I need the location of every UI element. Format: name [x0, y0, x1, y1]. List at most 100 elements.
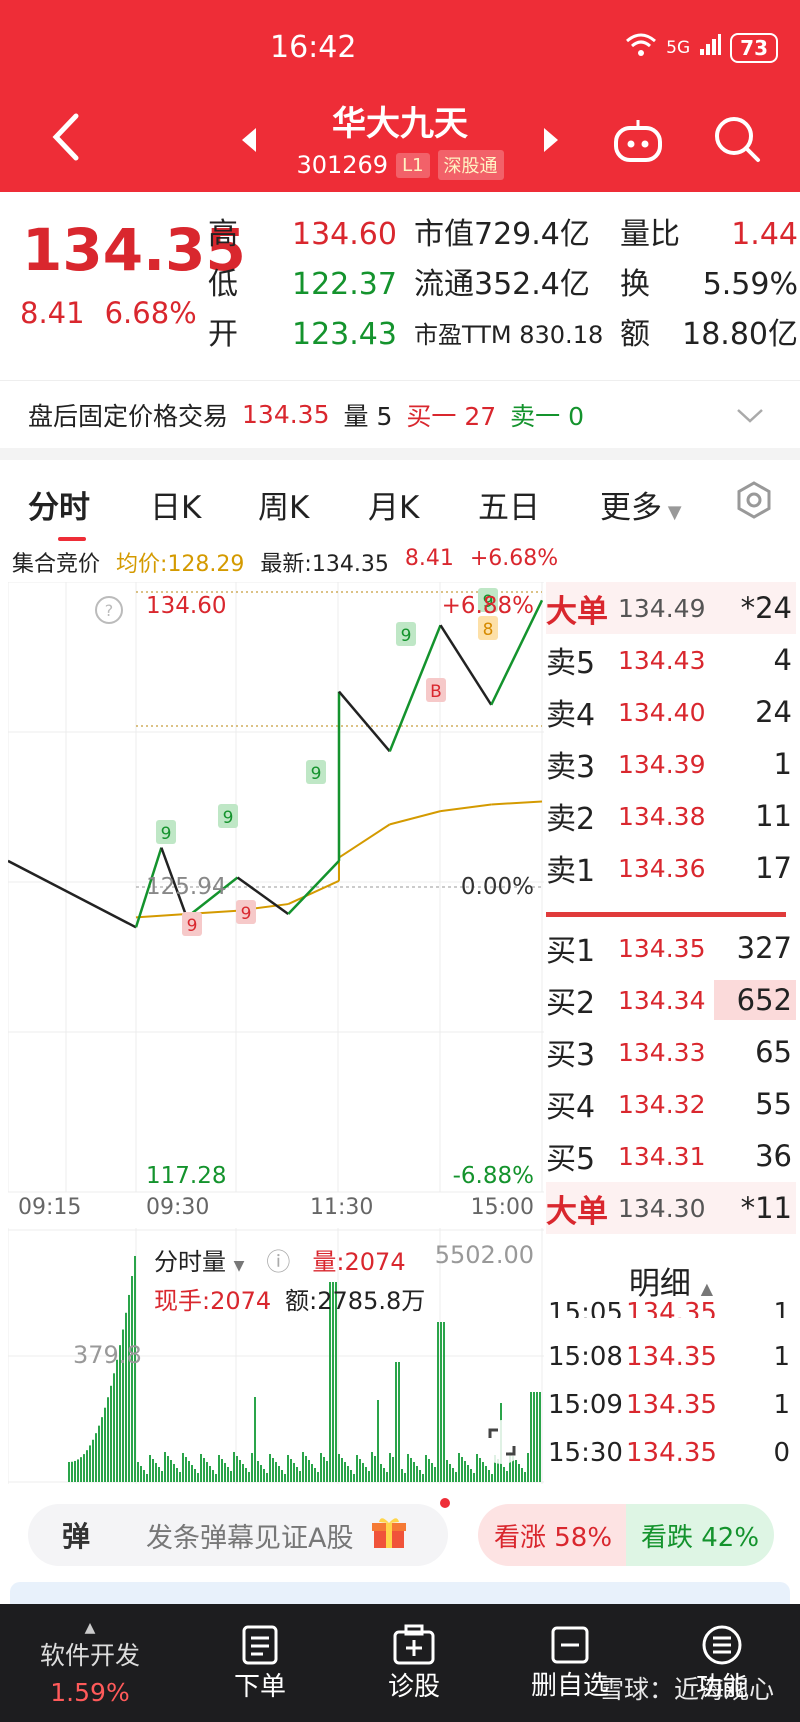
volume-bar: [455, 1472, 457, 1482]
bid-ask-divider: [546, 912, 786, 917]
volume-bar: [167, 1456, 169, 1482]
diagnose-nav-item[interactable]: 诊股: [362, 1604, 466, 1722]
tab-weekly-k[interactable]: 周K: [258, 482, 309, 527]
volume-bar: [521, 1468, 523, 1482]
marker-label: 9: [187, 916, 198, 936]
volume-bar: [443, 1322, 445, 1482]
volume-bar: [158, 1467, 160, 1482]
volume-bar: [107, 1397, 109, 1482]
ask-row[interactable]: 卖2 134.38 11: [546, 790, 796, 842]
ask-label: 卖3: [546, 750, 596, 785]
tab-more[interactable]: 更多 ▼: [600, 482, 682, 527]
volume-bar: [137, 1462, 139, 1482]
gift-icon[interactable]: [371, 1514, 407, 1557]
trade-row: 15:08 134.35 1: [548, 1342, 798, 1372]
ask-row[interactable]: 卖1 134.36 17: [546, 842, 796, 894]
ask-label: 卖1: [546, 854, 596, 889]
ask-row[interactable]: 卖3 134.39 1: [546, 738, 796, 790]
volume-bar: [503, 1467, 505, 1482]
volume-bar: [326, 1461, 328, 1482]
amount-value: 18.80亿: [682, 317, 798, 352]
volume-bar: [407, 1454, 409, 1482]
volume-mode-select[interactable]: 分时量 ▼: [154, 1242, 244, 1277]
bid-row[interactable]: 买1 134.35 327: [546, 922, 796, 974]
tab-daily-k[interactable]: 日K: [150, 482, 201, 527]
open-label: 开: [208, 317, 238, 352]
high-label: 高: [208, 217, 238, 252]
volume-bar: [110, 1385, 112, 1482]
y-right-top: +6.88%: [442, 593, 534, 619]
caret-up-icon: ▲: [700, 1279, 714, 1298]
volume-bar: [200, 1454, 202, 1482]
intraday-chart[interactable]: 99999998B ? 134.60 125.94 117.28 +6.88% …: [8, 582, 544, 1222]
volume-bar: [176, 1468, 178, 1482]
volume-bar: [365, 1467, 367, 1482]
volume-bar: [362, 1463, 364, 1482]
volume-bar: [206, 1462, 208, 1482]
settings-icon[interactable]: [734, 480, 774, 528]
trade-vol: 1: [773, 1390, 790, 1420]
tab-monthly-k[interactable]: 月K: [368, 482, 419, 527]
volume-bar: [80, 1457, 82, 1482]
volume-bar: [257, 1461, 259, 1482]
volume-bar: [215, 1474, 217, 1482]
search-icon[interactable]: [712, 114, 762, 168]
auction-label: 集合竞价: [12, 552, 101, 577]
x-tick-0930: 09:30: [146, 1195, 209, 1220]
order-nav-item[interactable]: 下单: [208, 1604, 312, 1722]
ask-row[interactable]: 卖4 134.40 24: [546, 686, 796, 738]
volratio-value: 1.44: [731, 217, 798, 252]
volume-bar: [146, 1474, 148, 1482]
volume-bar: [284, 1474, 286, 1482]
change-line: 8.41 6.68%: [20, 296, 197, 330]
big-order-top[interactable]: 大单 134.49 *24: [546, 582, 796, 634]
battery-level: 73: [730, 32, 778, 63]
sector-nav-item[interactable]: ▲ 软件开发 1.59%: [20, 1604, 160, 1722]
danmu-icon[interactable]: 弹: [46, 1504, 106, 1566]
volume-bar: [188, 1461, 190, 1482]
volratio-label: 量比: [620, 217, 680, 252]
bid-row[interactable]: 买5 134.31 36: [546, 1130, 796, 1182]
afterhours-row[interactable]: 盘后固定价格交易 134.35 量 5 买一 27 卖一 0: [0, 380, 800, 448]
afterhours-title: 盘后固定价格交易: [28, 401, 229, 431]
volume-bar: [155, 1463, 157, 1482]
volume-bar: [299, 1471, 301, 1482]
volume-bar: [449, 1464, 451, 1482]
ask-price: 134.38: [618, 801, 706, 831]
chevron-down-icon[interactable]: [736, 401, 764, 430]
vote-bearish-button[interactable]: 看跌 42%: [626, 1504, 774, 1566]
big-order-vol: *11: [740, 1191, 792, 1225]
ask-row[interactable]: 卖5 134.43 4: [546, 634, 796, 686]
ask-price: 134.36: [618, 853, 706, 883]
bid-row[interactable]: 买2 134.34 652: [546, 974, 796, 1026]
volume-max: 5502.00: [435, 1241, 534, 1269]
fullscreen-icon[interactable]: [480, 1420, 524, 1464]
volume-bar: [254, 1397, 256, 1482]
volume-bar: [272, 1458, 274, 1482]
robot-icon[interactable]: [612, 118, 664, 168]
high-value: 134.60: [292, 217, 397, 252]
volume-bar: [386, 1472, 388, 1482]
x-tick-1500: 15:00: [471, 1195, 534, 1220]
volume-bar: [164, 1452, 166, 1482]
bid-row[interactable]: 买3 134.33 65: [546, 1026, 796, 1078]
tab-five-day[interactable]: 五日: [478, 482, 540, 527]
volume-bar: [314, 1468, 316, 1482]
volume-bar: [473, 1473, 475, 1482]
detail-header[interactable]: 明细 ▲: [546, 1258, 796, 1303]
volume-bar: [221, 1459, 223, 1482]
volume-bar: [377, 1400, 379, 1482]
vote-bullish-button[interactable]: 看涨 58%: [478, 1504, 628, 1566]
big-order-bottom[interactable]: 大单 134.30 *11: [546, 1182, 796, 1234]
bid-row[interactable]: 买4 134.32 55: [546, 1078, 796, 1130]
volume-bar: [488, 1470, 490, 1482]
tab-intraday[interactable]: 分时: [28, 482, 90, 541]
help-icon[interactable]: ⓘ: [266, 1242, 290, 1277]
volume-bar: [440, 1322, 442, 1482]
trade-row: 15:30 134.35 0: [548, 1438, 798, 1468]
bid-vol: 327: [736, 931, 792, 965]
help-icon-glyph: ?: [105, 601, 114, 620]
bid-label: 买1: [546, 934, 596, 969]
volume-bar: [539, 1392, 541, 1482]
danmu-input[interactable]: 弹 发条弹幕见证A股: [28, 1504, 448, 1566]
